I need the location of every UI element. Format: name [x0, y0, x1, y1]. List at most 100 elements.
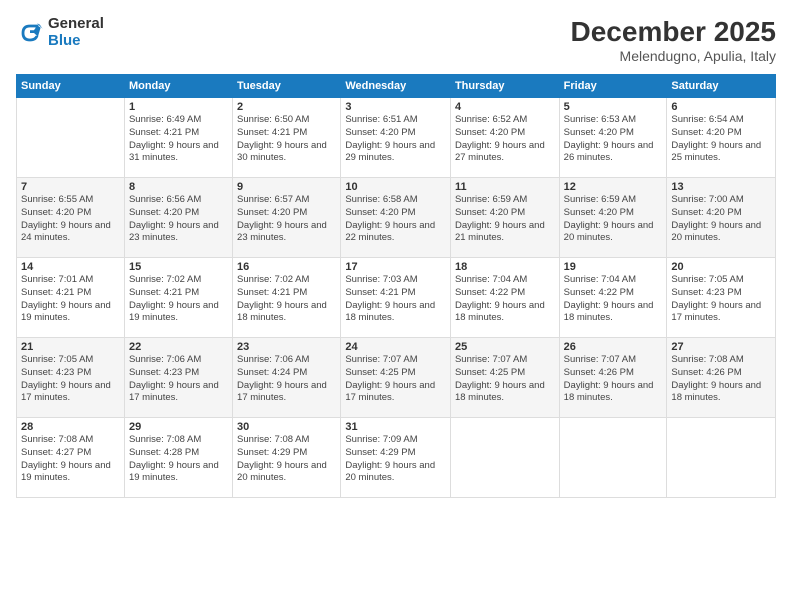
- day-info: Sunrise: 6:53 AM Sunset: 4:20 PM Dayligh…: [564, 114, 663, 165]
- table-cell: 21Sunrise: 7:05 AM Sunset: 4:23 PM Dayli…: [17, 338, 125, 418]
- table-cell: 8Sunrise: 6:56 AM Sunset: 4:20 PM Daylig…: [124, 178, 232, 258]
- week-row-4: 28Sunrise: 7:08 AM Sunset: 4:27 PM Dayli…: [17, 418, 776, 498]
- day-number: 4: [455, 101, 555, 113]
- day-number: 30: [237, 421, 336, 433]
- day-number: 28: [21, 421, 120, 433]
- day-info: Sunrise: 7:07 AM Sunset: 4:26 PM Dayligh…: [564, 354, 663, 405]
- table-cell: 26Sunrise: 7:07 AM Sunset: 4:26 PM Dayli…: [559, 338, 667, 418]
- table-cell: 6Sunrise: 6:54 AM Sunset: 4:20 PM Daylig…: [667, 98, 776, 178]
- table-cell: 14Sunrise: 7:01 AM Sunset: 4:21 PM Dayli…: [17, 258, 125, 338]
- day-info: Sunrise: 7:09 AM Sunset: 4:29 PM Dayligh…: [345, 434, 446, 485]
- day-info: Sunrise: 6:58 AM Sunset: 4:20 PM Dayligh…: [345, 194, 446, 245]
- day-number: 11: [455, 181, 555, 193]
- day-info: Sunrise: 6:54 AM Sunset: 4:20 PM Dayligh…: [671, 114, 771, 165]
- table-cell: 29Sunrise: 7:08 AM Sunset: 4:28 PM Dayli…: [124, 418, 232, 498]
- day-number: 21: [21, 341, 120, 353]
- table-cell: 27Sunrise: 7:08 AM Sunset: 4:26 PM Dayli…: [667, 338, 776, 418]
- day-number: 23: [237, 341, 336, 353]
- day-info: Sunrise: 6:52 AM Sunset: 4:20 PM Dayligh…: [455, 114, 555, 165]
- header-monday: Monday: [124, 75, 232, 98]
- day-number: 27: [671, 341, 771, 353]
- day-info: Sunrise: 6:57 AM Sunset: 4:20 PM Dayligh…: [237, 194, 336, 245]
- day-number: 14: [21, 261, 120, 273]
- table-cell: 12Sunrise: 6:59 AM Sunset: 4:20 PM Dayli…: [559, 178, 667, 258]
- header-friday: Friday: [559, 75, 667, 98]
- table-cell: 28Sunrise: 7:08 AM Sunset: 4:27 PM Dayli…: [17, 418, 125, 498]
- day-info: Sunrise: 7:05 AM Sunset: 4:23 PM Dayligh…: [671, 274, 771, 325]
- day-info: Sunrise: 7:06 AM Sunset: 4:24 PM Dayligh…: [237, 354, 336, 405]
- logo: General Blue: [16, 16, 104, 49]
- table-cell: 20Sunrise: 7:05 AM Sunset: 4:23 PM Dayli…: [667, 258, 776, 338]
- table-cell: 19Sunrise: 7:04 AM Sunset: 4:22 PM Dayli…: [559, 258, 667, 338]
- header: General Blue December 2025 Melendugno, A…: [16, 16, 776, 64]
- day-info: Sunrise: 7:07 AM Sunset: 4:25 PM Dayligh…: [455, 354, 555, 405]
- page: General Blue December 2025 Melendugno, A…: [0, 0, 792, 612]
- day-number: 7: [21, 181, 120, 193]
- table-cell: 1Sunrise: 6:49 AM Sunset: 4:21 PM Daylig…: [124, 98, 232, 178]
- table-cell: 5Sunrise: 6:53 AM Sunset: 4:20 PM Daylig…: [559, 98, 667, 178]
- calendar-table: Sunday Monday Tuesday Wednesday Thursday…: [16, 74, 776, 498]
- day-number: 20: [671, 261, 771, 273]
- day-number: 16: [237, 261, 336, 273]
- day-info: Sunrise: 6:59 AM Sunset: 4:20 PM Dayligh…: [564, 194, 663, 245]
- day-number: 5: [564, 101, 663, 113]
- day-number: 31: [345, 421, 446, 433]
- table-cell: [559, 418, 667, 498]
- day-info: Sunrise: 7:04 AM Sunset: 4:22 PM Dayligh…: [564, 274, 663, 325]
- table-cell: [450, 418, 559, 498]
- header-saturday: Saturday: [667, 75, 776, 98]
- day-info: Sunrise: 6:49 AM Sunset: 4:21 PM Dayligh…: [129, 114, 228, 165]
- header-wednesday: Wednesday: [341, 75, 451, 98]
- day-number: 18: [455, 261, 555, 273]
- table-cell: 15Sunrise: 7:02 AM Sunset: 4:21 PM Dayli…: [124, 258, 232, 338]
- day-number: 2: [237, 101, 336, 113]
- day-number: 17: [345, 261, 446, 273]
- day-info: Sunrise: 7:08 AM Sunset: 4:28 PM Dayligh…: [129, 434, 228, 485]
- day-number: 9: [237, 181, 336, 193]
- table-cell: [667, 418, 776, 498]
- header-sunday: Sunday: [17, 75, 125, 98]
- table-cell: 22Sunrise: 7:06 AM Sunset: 4:23 PM Dayli…: [124, 338, 232, 418]
- day-number: 10: [345, 181, 446, 193]
- day-info: Sunrise: 7:04 AM Sunset: 4:22 PM Dayligh…: [455, 274, 555, 325]
- day-info: Sunrise: 7:02 AM Sunset: 4:21 PM Dayligh…: [237, 274, 336, 325]
- table-cell: 13Sunrise: 7:00 AM Sunset: 4:20 PM Dayli…: [667, 178, 776, 258]
- day-number: 19: [564, 261, 663, 273]
- table-cell: 17Sunrise: 7:03 AM Sunset: 4:21 PM Dayli…: [341, 258, 451, 338]
- day-info: Sunrise: 7:08 AM Sunset: 4:27 PM Dayligh…: [21, 434, 120, 485]
- day-number: 25: [455, 341, 555, 353]
- day-info: Sunrise: 6:56 AM Sunset: 4:20 PM Dayligh…: [129, 194, 228, 245]
- day-info: Sunrise: 7:02 AM Sunset: 4:21 PM Dayligh…: [129, 274, 228, 325]
- month-title: December 2025: [571, 16, 776, 48]
- logo-general-text: General: [48, 16, 104, 33]
- table-cell: 24Sunrise: 7:07 AM Sunset: 4:25 PM Dayli…: [341, 338, 451, 418]
- table-cell: 16Sunrise: 7:02 AM Sunset: 4:21 PM Dayli…: [233, 258, 341, 338]
- day-info: Sunrise: 6:51 AM Sunset: 4:20 PM Dayligh…: [345, 114, 446, 165]
- day-number: 3: [345, 101, 446, 113]
- day-info: Sunrise: 7:03 AM Sunset: 4:21 PM Dayligh…: [345, 274, 446, 325]
- week-row-3: 21Sunrise: 7:05 AM Sunset: 4:23 PM Dayli…: [17, 338, 776, 418]
- day-number: 22: [129, 341, 228, 353]
- table-cell: 7Sunrise: 6:55 AM Sunset: 4:20 PM Daylig…: [17, 178, 125, 258]
- day-info: Sunrise: 7:08 AM Sunset: 4:29 PM Dayligh…: [237, 434, 336, 485]
- day-info: Sunrise: 6:50 AM Sunset: 4:21 PM Dayligh…: [237, 114, 336, 165]
- table-cell: 4Sunrise: 6:52 AM Sunset: 4:20 PM Daylig…: [450, 98, 559, 178]
- day-number: 15: [129, 261, 228, 273]
- day-info: Sunrise: 7:05 AM Sunset: 4:23 PM Dayligh…: [21, 354, 120, 405]
- day-number: 6: [671, 101, 771, 113]
- logo-icon: [16, 19, 44, 47]
- header-tuesday: Tuesday: [233, 75, 341, 98]
- day-info: Sunrise: 7:01 AM Sunset: 4:21 PM Dayligh…: [21, 274, 120, 325]
- table-cell: 2Sunrise: 6:50 AM Sunset: 4:21 PM Daylig…: [233, 98, 341, 178]
- day-info: Sunrise: 7:07 AM Sunset: 4:25 PM Dayligh…: [345, 354, 446, 405]
- day-number: 1: [129, 101, 228, 113]
- location-subtitle: Melendugno, Apulia, Italy: [571, 48, 776, 64]
- day-number: 26: [564, 341, 663, 353]
- day-info: Sunrise: 6:59 AM Sunset: 4:20 PM Dayligh…: [455, 194, 555, 245]
- day-info: Sunrise: 7:06 AM Sunset: 4:23 PM Dayligh…: [129, 354, 228, 405]
- table-cell: 30Sunrise: 7:08 AM Sunset: 4:29 PM Dayli…: [233, 418, 341, 498]
- table-cell: 31Sunrise: 7:09 AM Sunset: 4:29 PM Dayli…: [341, 418, 451, 498]
- day-info: Sunrise: 7:00 AM Sunset: 4:20 PM Dayligh…: [671, 194, 771, 245]
- logo-blue-text: Blue: [48, 33, 104, 50]
- week-row-0: 1Sunrise: 6:49 AM Sunset: 4:21 PM Daylig…: [17, 98, 776, 178]
